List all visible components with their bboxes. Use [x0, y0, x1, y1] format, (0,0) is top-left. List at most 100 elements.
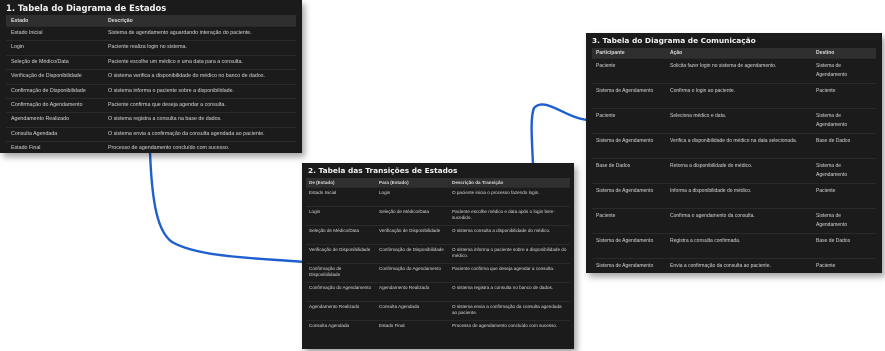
to-state: Confirmação do Agendamento	[376, 263, 449, 283]
from-state: Estado Inicial	[306, 187, 376, 207]
column-header-descricao-transicao: Descrição da Transição	[449, 178, 570, 188]
table-row: Verificação de Disponibilidade Confirmaçã…	[306, 244, 570, 264]
column-header-acao: Ação	[666, 48, 812, 59]
action: Informa a disponibilidade do médico.	[666, 183, 812, 209]
transition-description: Paciente escolhe médico e data após o lo…	[449, 206, 570, 226]
transition-description: Processo de agendamento concluído com su…	[449, 320, 570, 339]
transition-description: O sistema registra a consulta no banco d…	[449, 282, 570, 302]
column-header-participante: Participante	[592, 48, 666, 59]
participant: Paciente	[592, 208, 666, 234]
state-description: O sistema verifica a disponibilidade do …	[103, 69, 296, 85]
state-name: Consulta Agendada	[6, 126, 103, 142]
table-row: Consulta Agendada O sistema envia a confi…	[6, 126, 296, 142]
participant: Sistema de Agendamento	[592, 183, 666, 209]
destination: Paciente	[812, 183, 876, 209]
to-state: Seleção de Médico/Data	[376, 206, 449, 226]
table-row: Agendamento Realizado O sistema registra …	[6, 112, 296, 128]
table-row: Confirmação de Disponibilidade Confirmaçã…	[306, 263, 570, 283]
participant: Sistema de Agendamento	[592, 133, 666, 159]
states-table-title: 1. Tabela do Diagrama de Estados	[6, 3, 167, 13]
column-header-estado: Estado	[6, 15, 103, 27]
destination: Sistema de Agendamento	[812, 208, 876, 234]
column-header-para-estado: Para (Estado)	[376, 178, 449, 188]
destination: Paciente	[812, 83, 876, 109]
destination: Paciente	[812, 258, 876, 283]
state-name: Estado Final	[6, 141, 103, 156]
column-header-descricao: Descrição	[103, 15, 296, 27]
state-name: Login	[6, 40, 103, 56]
transition-description: O sistema consulta a disponibilidade do …	[449, 225, 570, 245]
connector-transitions-to-communication	[530, 103, 590, 167]
table-row: Sistema de Agendamento Verifica a disponi…	[592, 133, 876, 159]
to-state: Verificação de Disponibilidade	[376, 225, 449, 245]
destination: Sistema de Agendamento	[812, 158, 876, 184]
state-description: Sistema de agendamento aguardando intera…	[103, 25, 296, 41]
from-state: Consulta Agendada	[306, 320, 376, 339]
state-description: O sistema envia a confirmação da consult…	[103, 126, 296, 142]
communication-table-title: 3. Tabela do Diagrama de Comunicação	[592, 36, 756, 45]
participant: Sistema de Agendamento	[592, 83, 666, 109]
transition-description: O sistema informa o paciente sobre a dis…	[449, 244, 570, 264]
action: Confirma o agendamento da consulta.	[666, 208, 812, 234]
from-state: Login	[306, 206, 376, 226]
table-row: Seleção de Médico/Data Verificação de Dis…	[306, 225, 570, 245]
transitions-table: De (Estado) Para (Estado) Descrição da T…	[306, 178, 570, 339]
state-name: Confirmação de Disponibilidade	[6, 83, 103, 99]
states-table: Estado Descrição Estado Inicial Sistema d…	[6, 15, 296, 156]
states-table-header: Estado Descrição	[6, 15, 296, 27]
communication-table: Participante Ação Destino Paciente Solici…	[592, 48, 876, 283]
action: Envia a confirmação da consulta ao pacie…	[666, 258, 812, 283]
table-row: Sistema de Agendamento Informa a disponib…	[592, 183, 876, 209]
state-description: Processo de agendamento concluído com su…	[103, 141, 296, 156]
table-row: Login Paciente realiza login no sistema.	[6, 40, 296, 56]
table-row: Sistema de Agendamento Confirma o login a…	[592, 83, 876, 109]
state-description: Paciente confirma que deseja agendar a c…	[103, 98, 296, 113]
table-row: Paciente Solicita fazer login no sistema …	[592, 58, 876, 84]
table-row: Login Seleção de Médico/Data Paciente esco…	[306, 206, 570, 226]
participant: Sistema de Agendamento	[592, 258, 666, 283]
state-name: Agendamento Realizado	[6, 112, 103, 128]
table-row: Estado Inicial Login O paciente inicia o p…	[306, 187, 570, 207]
to-state: Consulta Agendada	[376, 301, 449, 321]
column-header-de-estado: De (Estado)	[306, 178, 376, 188]
state-name: Seleção de Médico/Data	[6, 54, 103, 70]
table-row: Paciente Confirma o agendamento da consul…	[592, 208, 876, 234]
communication-table-header: Participante Ação Destino	[592, 48, 876, 59]
state-description: Paciente escolhe um médico e uma data pa…	[103, 54, 296, 70]
destination: Sistema de Agendamento	[812, 58, 876, 84]
destination: Sistema de Agendamento	[812, 108, 876, 134]
table-row: Sistema de Agendamento Envia a confirmaçã…	[592, 258, 876, 283]
destination: Base de Dados	[812, 233, 876, 259]
table-row: Paciente Seleciona médico e data. Sistema …	[592, 108, 876, 134]
participant: Sistema de Agendamento	[592, 233, 666, 259]
transitions-table-header: De (Estado) Para (Estado) Descrição da T…	[306, 178, 570, 188]
table-row: Sistema de Agendamento Registra a consult…	[592, 233, 876, 259]
from-state: Verificação de Disponibilidade	[306, 244, 376, 264]
participant: Base de Dados	[592, 158, 666, 184]
transitions-table-panel: 2. Tabela das Transições de Estados De (…	[302, 163, 574, 349]
communication-table-panel: 3. Tabela do Diagrama de Comunicação Par…	[586, 33, 882, 283]
table-row: Confirmação do Agendamento Agendamento Re…	[306, 282, 570, 302]
states-table-panel: 1. Tabela do Diagrama de Estados Estado …	[0, 0, 302, 156]
column-header-destino: Destino	[812, 48, 876, 59]
destination: Base de Dados	[812, 133, 876, 159]
table-row: Seleção de Médico/Data Paciente escolhe u…	[6, 54, 296, 70]
participant: Paciente	[592, 108, 666, 134]
state-description: Paciente realiza login no sistema.	[103, 40, 296, 56]
transition-description: O paciente inicia o processo fazendo log…	[449, 187, 570, 207]
action: Seleciona médico e data.	[666, 108, 812, 134]
transitions-table-title: 2. Tabela das Transições de Estados	[308, 166, 458, 175]
action: Retorna a disponibilidade do médico.	[666, 158, 812, 184]
action: Confirma o login ao paciente.	[666, 83, 812, 109]
action: Registra a consulta confirmada.	[666, 233, 812, 259]
transition-description: O sistema envia a confirmação da consult…	[449, 301, 570, 321]
state-description: O sistema registra a consulta na base de…	[103, 112, 296, 128]
state-name: Estado Inicial	[6, 25, 103, 41]
state-name: Confirmação do Agendamento	[6, 98, 103, 113]
from-state: Confirmação do Agendamento	[306, 282, 376, 302]
to-state: Estado Final	[376, 320, 449, 339]
to-state: Agendamento Realizado	[376, 282, 449, 302]
to-state: Login	[376, 187, 449, 207]
table-row: Verificação de Disponibilidade O sistema …	[6, 69, 296, 85]
table-row: Agendamento Realizado Consulta Agendada O …	[306, 301, 570, 321]
